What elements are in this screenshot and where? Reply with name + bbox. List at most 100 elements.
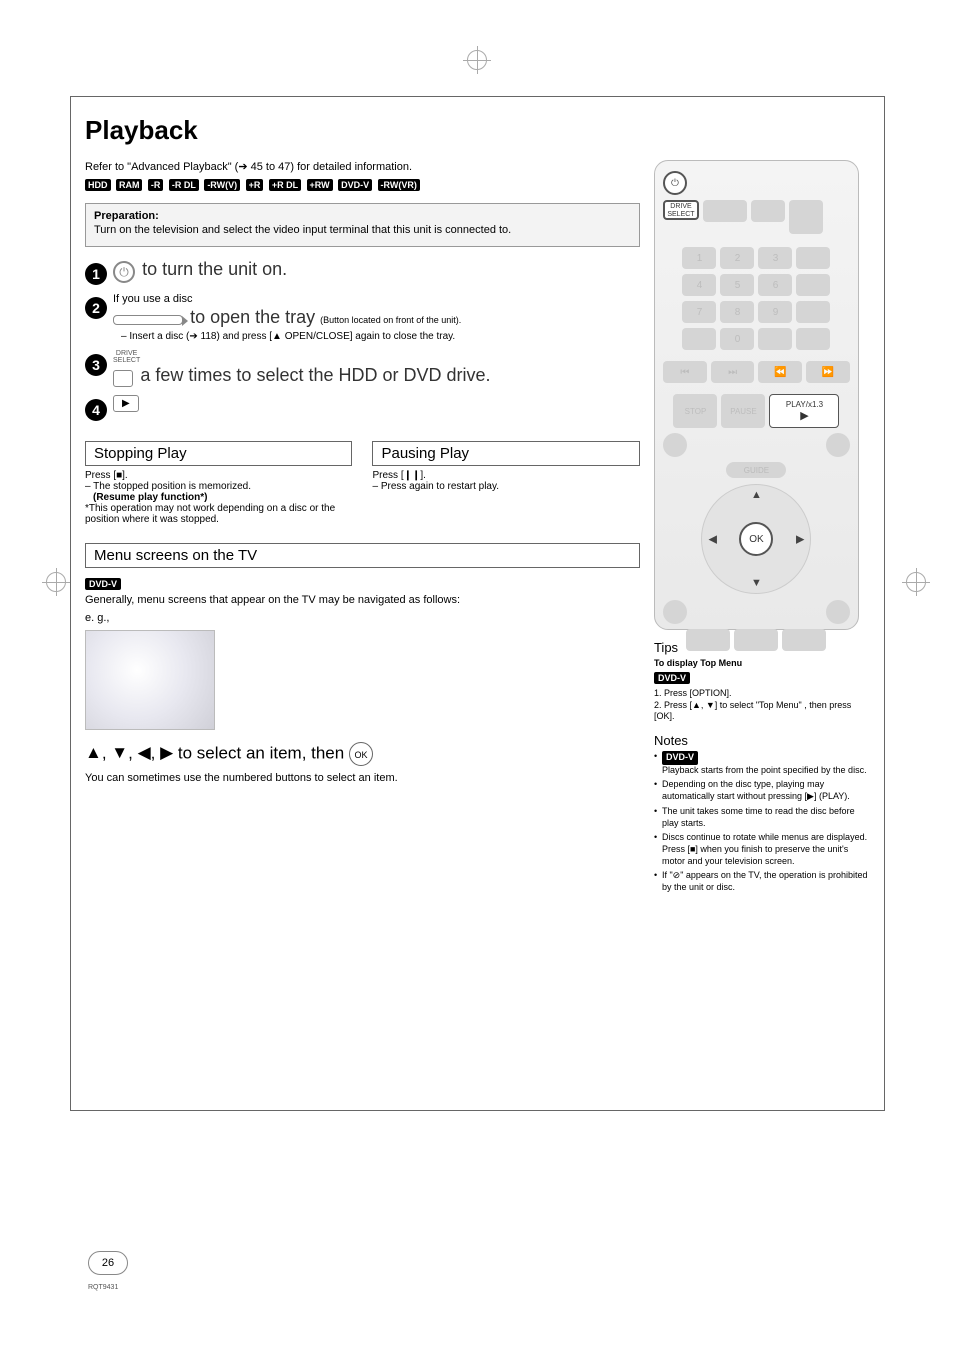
menu-eg: e. g., bbox=[85, 612, 640, 624]
step-1: 1 ⏻ to turn the unit on. bbox=[85, 259, 640, 285]
remote-faded-btn bbox=[734, 629, 778, 651]
nav-instruction: , , , to select an item, then OK bbox=[85, 742, 640, 766]
remote-key: 6 bbox=[758, 274, 792, 296]
note-item: DVD-V Playback starts from the point spe… bbox=[654, 751, 870, 776]
crop-mark-right bbox=[902, 568, 930, 596]
remote-stop: STOP bbox=[673, 394, 717, 428]
note1: Playback starts from the point specified… bbox=[662, 765, 867, 775]
dvd-v-tag: DVD-V bbox=[85, 578, 121, 590]
tips-l2: 2. Press [▲, ▼] to select "Top Menu" , t… bbox=[654, 700, 870, 723]
example-screenshot bbox=[85, 630, 215, 730]
remote-faded-btn bbox=[796, 274, 830, 296]
stop-pause-row: Stopping Play Press [■]. – The stopped p… bbox=[85, 429, 640, 525]
step-3: 3 DRIVE SELECT a few times to select the… bbox=[85, 350, 640, 387]
ref-line-b: 45 to 47) for detailed information. bbox=[248, 161, 412, 173]
up-arrow-icon bbox=[85, 743, 102, 762]
remote-faded-btn bbox=[682, 328, 716, 350]
tag: +R bbox=[246, 179, 264, 191]
note-item: Depending on the disc type, playing may … bbox=[654, 779, 870, 802]
stopping-l1: Press [■]. bbox=[85, 470, 352, 481]
stopping-l4: *This operation may not work depending o… bbox=[85, 503, 352, 525]
tray-icon bbox=[113, 315, 183, 325]
remote-play-label: PLAY/x1.3 bbox=[786, 400, 823, 409]
remote-faded-btn bbox=[663, 600, 687, 624]
remote-ok: OK bbox=[739, 522, 773, 556]
left-column: Refer to "Advanced Playback" (➔ 45 to 47… bbox=[85, 160, 640, 897]
remote-power-icon: ⏻ bbox=[663, 171, 687, 195]
stopping-l2: – The stopped position is memorized. bbox=[85, 481, 352, 492]
remote-key: 9 bbox=[758, 301, 792, 323]
preparation-box: Preparation: Turn on the television and … bbox=[85, 203, 640, 247]
down-arrow-icon bbox=[111, 743, 128, 762]
remote-faded-btn bbox=[663, 433, 687, 457]
remote-faded-btn bbox=[789, 200, 823, 234]
pausing-play-header: Pausing Play bbox=[372, 441, 639, 466]
dpad-down-icon: ▼ bbox=[751, 577, 762, 589]
tag: +RW bbox=[307, 179, 333, 191]
ok-icon: OK bbox=[349, 742, 373, 766]
dpad-up-icon: ▲ bbox=[751, 489, 762, 501]
remote-key: 2 bbox=[720, 247, 754, 269]
remote-faded-btn bbox=[796, 328, 830, 350]
format-tags: HDD RAM -R -R DL -RW(V) +R +R DL +RW DVD… bbox=[85, 175, 640, 193]
step-4: 4 ▶ bbox=[85, 395, 640, 421]
step-number-icon: 4 bbox=[85, 399, 107, 421]
pausing-l2: – Press again to restart play. bbox=[372, 481, 639, 492]
notes-dvd-tag: DVD-V bbox=[662, 751, 698, 765]
right-arrow-icon bbox=[160, 743, 173, 762]
step-number-icon: 2 bbox=[85, 297, 107, 319]
remote-dpad: ▲ ▼ ◀ ▶ OK bbox=[701, 484, 811, 594]
remote-faded-btn bbox=[826, 600, 850, 624]
tag: -RW(VR) bbox=[378, 179, 420, 191]
tag: -RW(V) bbox=[204, 179, 240, 191]
remote-faded-btn bbox=[686, 629, 730, 651]
menu-screens-header: Menu screens on the TV bbox=[85, 543, 640, 568]
remote-illustration: ⏻ DRIVE SELECT 1 2 3 4 bbox=[654, 160, 859, 630]
remote-drive-select: DRIVE SELECT bbox=[663, 200, 699, 220]
tips-subheader: To display Top Menu bbox=[654, 658, 870, 668]
remote-key: 1 bbox=[682, 247, 716, 269]
tips-dvd-tag: DVD-V bbox=[654, 672, 690, 684]
play-button-icon: ▶ bbox=[113, 395, 139, 412]
remote-key: 5 bbox=[720, 274, 754, 296]
prep-body: Turn on the television and select the vi… bbox=[94, 224, 631, 236]
notes-header: Notes bbox=[654, 733, 870, 748]
tag: RAM bbox=[116, 179, 143, 191]
remote-faded-btn bbox=[782, 629, 826, 651]
menu-body: Generally, menu screens that appear on t… bbox=[85, 594, 640, 606]
pausing-l1: Press [❙❙]. bbox=[372, 470, 639, 481]
note-item: If "⊘" appears on the TV, the operation … bbox=[654, 870, 870, 893]
tag: DVD-V bbox=[338, 179, 372, 191]
tag: HDD bbox=[85, 179, 111, 191]
notes-list: DVD-V Playback starts from the point spe… bbox=[654, 751, 870, 894]
step2-bullet-a: – Insert a disc ( bbox=[121, 331, 189, 342]
tag: -R DL bbox=[169, 179, 199, 191]
remote-key: 0 bbox=[720, 328, 754, 350]
right-column: ⏻ DRIVE SELECT 1 2 3 4 bbox=[654, 160, 870, 897]
ref-line-a: Refer to "Advanced Playback" ( bbox=[85, 161, 238, 173]
tag: -R bbox=[148, 179, 164, 191]
tips-l1: 1. Press [OPTION]. bbox=[654, 688, 870, 700]
crop-mark-top bbox=[463, 46, 491, 74]
remote-play: PLAY/x1.3 ▶ bbox=[769, 394, 839, 428]
nav-text: to select an item, then bbox=[178, 743, 349, 762]
step3-text: a few times to select the HDD or DVD dri… bbox=[140, 365, 490, 385]
remote-faded-btn bbox=[796, 301, 830, 323]
remote-faded-btn: ⏮ bbox=[663, 361, 707, 383]
step1-text: to turn the unit on. bbox=[142, 259, 287, 279]
step-number-icon: 1 bbox=[85, 263, 107, 285]
remote-key: 8 bbox=[720, 301, 754, 323]
remote-guide: GUIDE bbox=[726, 462, 786, 478]
step2-main: to open the tray bbox=[190, 307, 320, 327]
step2-bullet: – Insert a disc (➔ 118) and press [▲ OPE… bbox=[113, 331, 640, 342]
page-number: 26 bbox=[88, 1251, 128, 1275]
play-triangle-icon: ▶ bbox=[800, 409, 808, 422]
menu-note: You can sometimes use the numbered butto… bbox=[85, 772, 640, 784]
note-item: The unit takes some time to read the dis… bbox=[654, 806, 870, 829]
page-content: Playback Refer to "Advanced Playback" (➔… bbox=[70, 96, 885, 1111]
remote-faded-btn: ⏭ bbox=[711, 361, 755, 383]
remote-faded-btn bbox=[796, 247, 830, 269]
note-item: Discs continue to rotate while menus are… bbox=[654, 832, 870, 867]
remote-faded-btn: ⏩ bbox=[806, 361, 850, 383]
remote-faded-btn bbox=[758, 328, 792, 350]
